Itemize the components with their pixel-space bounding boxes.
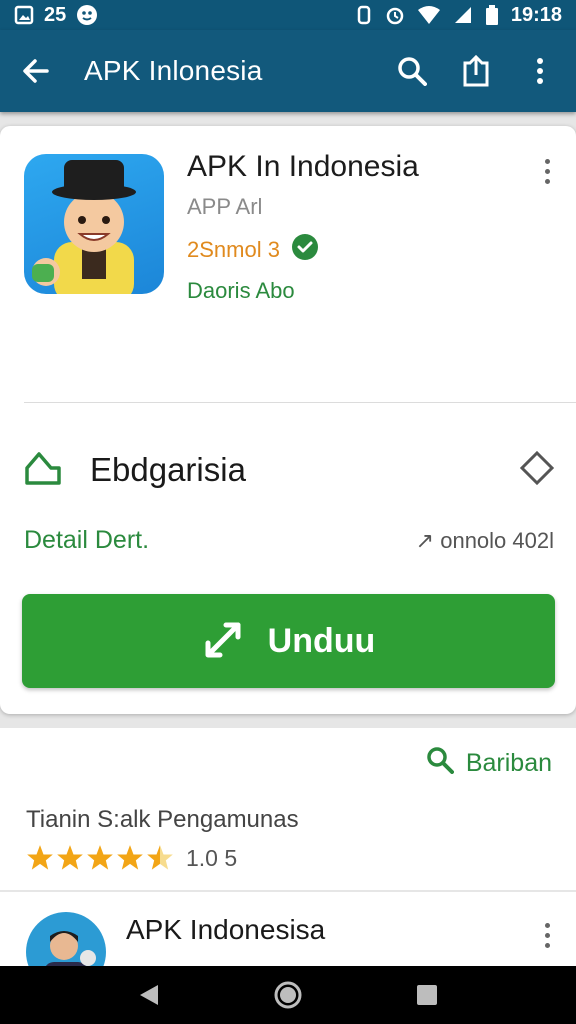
reviews-search-label: Bariban (465, 749, 552, 777)
app-bar-title: APK Inlonesia (84, 55, 263, 86)
list-item-menu-icon[interactable] (535, 918, 559, 952)
app-bar-actions (394, 53, 558, 89)
share-icon[interactable] (458, 53, 494, 89)
section-header: Ebdgarisia (24, 450, 555, 491)
status-bar: 25 19:18 (0, 0, 576, 30)
reviews-title: Tianin S:alk Pengamunas (26, 806, 299, 833)
back-triangle-icon[interactable] (129, 975, 169, 1015)
home-circle-icon[interactable] (268, 975, 308, 1015)
battery-icon (485, 5, 499, 25)
vibrate-icon (355, 5, 373, 25)
list-item[interactable]: APK Indonesisa (0, 892, 576, 966)
recents-square-icon[interactable] (407, 975, 447, 1015)
detail-meta: ↗ onnolo 402l (415, 527, 554, 553)
star-icon (117, 845, 143, 870)
more-vert-icon[interactable] (522, 53, 558, 89)
star-half-icon (147, 845, 173, 870)
tag-outline-icon (24, 450, 62, 491)
app-rating-text: 2Snmol 3 (187, 237, 280, 262)
image-notification-icon (14, 5, 34, 25)
detail-link[interactable]: Detail Dert. (24, 526, 149, 555)
detail-row: Detail Dert. ↗ onnolo 402l (24, 526, 554, 555)
reviews-card: Bariban Tianin S:alk Pengamunas 1.0 5 (0, 728, 576, 890)
download-button[interactable]: Unduu (22, 594, 555, 688)
divider (24, 402, 576, 403)
app-card-menu-icon[interactable] (535, 154, 559, 188)
status-left-text: 25 (44, 3, 67, 26)
star-icon (27, 845, 53, 870)
list-item-title: APK Indonesisa (126, 914, 326, 945)
expand-arrow-icon (202, 617, 246, 666)
verified-check-icon (291, 234, 318, 266)
messenger-notification-icon (76, 4, 98, 26)
app-subtitle: APP Arl (187, 194, 263, 219)
star-icon (57, 845, 83, 870)
signal-icon (453, 5, 473, 25)
diamond-icon[interactable] (519, 450, 555, 490)
star-rating: 1.0 5 (26, 844, 237, 872)
avatar (26, 912, 106, 966)
section-label: Ebdgarisia (90, 451, 246, 488)
system-nav-bar (0, 966, 576, 1024)
rating-score: 1.0 5 (186, 844, 238, 871)
app-rating-line: 2Snmol 3 (187, 234, 318, 266)
alarm-icon (385, 5, 405, 25)
status-time: 19:18 (510, 3, 562, 26)
download-button-label: Unduu (267, 621, 376, 660)
search-icon[interactable] (394, 53, 430, 89)
app-bar: APK Inlonesia (0, 30, 576, 112)
reviews-search-link[interactable]: Bariban (426, 746, 552, 781)
search-icon (426, 746, 454, 781)
app-developer[interactable]: Daoris Abo (187, 278, 295, 304)
status-left: 25 (14, 4, 98, 27)
arrow-left-icon[interactable] (18, 53, 54, 89)
star-icon (87, 845, 113, 870)
status-right: 19:18 (355, 4, 562, 27)
app-icon (24, 154, 164, 294)
app-detail-card: APK In Indonesia APP Arl 2Snmol 3 Daoris… (0, 126, 576, 714)
app-name: APK In Indonesia (187, 150, 419, 183)
wifi-icon (417, 5, 441, 25)
